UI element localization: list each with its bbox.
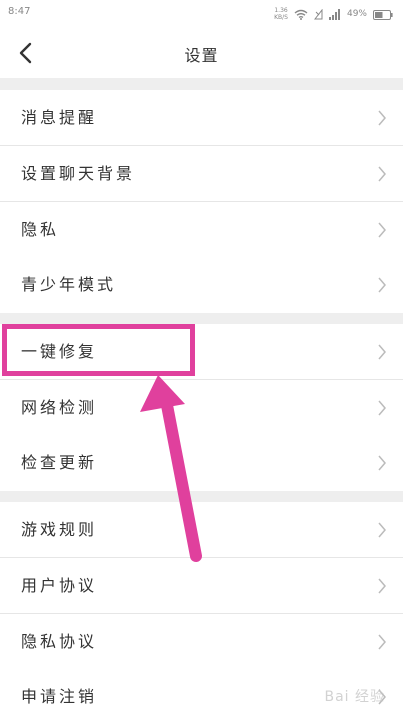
settings-item-label: 申请注销 <box>21 687 98 706</box>
settings-item-label: 消息提醒 <box>21 108 98 127</box>
settings-item-label: 游戏规则 <box>21 520 98 539</box>
section-divider <box>0 490 403 502</box>
settings-item-message-reminder[interactable]: 消息提醒 <box>0 90 403 146</box>
status-bar: 8:47 1.36 KB/S 49% <box>0 0 403 28</box>
chevron-right-icon <box>378 634 386 650</box>
settings-item-label: 检查更新 <box>21 453 98 472</box>
chevron-right-icon <box>378 222 386 238</box>
network-speed-value: 1.36 <box>274 7 288 14</box>
settings-item-chat-background[interactable]: 设置聊天背景 <box>0 146 403 202</box>
wifi-icon <box>294 5 308 24</box>
settings-item-privacy[interactable]: 隐私 <box>0 202 403 258</box>
battery-percent: 49% <box>346 9 367 19</box>
settings-item-label: 隐私协议 <box>21 632 98 651</box>
settings-item-label: 青少年模式 <box>21 275 117 294</box>
settings-item-privacy-agreement[interactable]: 隐私协议 <box>0 614 403 670</box>
chevron-right-icon <box>378 400 386 416</box>
network-speed-unit: KB/S <box>274 14 288 21</box>
status-time: 8:47 <box>8 6 31 17</box>
battery-icon <box>373 5 393 24</box>
settings-item-user-agreement[interactable]: 用户协议 <box>0 558 403 614</box>
chevron-right-icon <box>378 277 386 293</box>
no-sim-icon <box>313 5 323 24</box>
settings-item-label: 一键修复 <box>21 342 98 361</box>
settings-item-one-click-repair[interactable]: 一键修复 <box>0 324 403 380</box>
settings-item-label: 设置聊天背景 <box>21 164 136 183</box>
section-divider <box>0 312 403 324</box>
title-bar: 设置 <box>0 28 403 78</box>
watermark: Bai 经验 <box>324 689 385 705</box>
settings-item-network-check[interactable]: 网络检测 <box>0 380 403 436</box>
settings-item-teen-mode[interactable]: 青少年模式 <box>0 257 403 313</box>
settings-item-label: 网络检测 <box>21 398 98 417</box>
page-title: 设置 <box>184 46 219 65</box>
signal-icon <box>328 5 341 24</box>
settings-item-label: 用户协议 <box>21 576 98 595</box>
settings-item-check-update[interactable]: 检查更新 <box>0 435 403 491</box>
chevron-right-icon <box>378 166 386 182</box>
chevron-right-icon <box>378 522 386 538</box>
settings-item-game-rules[interactable]: 游戏规则 <box>0 502 403 558</box>
chevron-right-icon <box>378 455 386 471</box>
chevron-right-icon <box>378 344 386 360</box>
section-divider <box>0 78 403 90</box>
status-icons: 1.36 KB/S 49% <box>274 4 393 24</box>
network-speed: 1.36 KB/S <box>274 7 288 21</box>
chevron-right-icon <box>378 110 386 126</box>
settings-item-label: 隐私 <box>21 220 60 239</box>
chevron-right-icon <box>378 578 386 594</box>
